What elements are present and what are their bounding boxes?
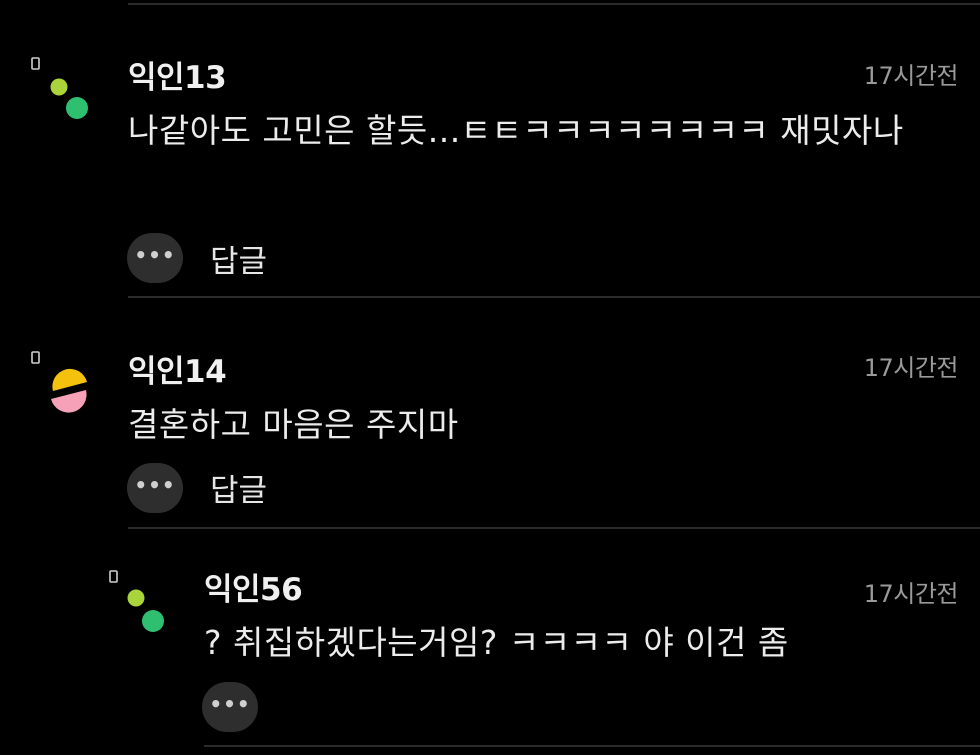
avatar-badge bbox=[31, 57, 40, 70]
comment-text: 나같아도 고민은 할듯...ㅌㅌㅋㅋㅋㅋㅋㅋㅋㅋ 재밋자나 bbox=[128, 111, 904, 150]
username[interactable]: 익인13 bbox=[128, 52, 227, 97]
timestamp: 17시간전 bbox=[863, 580, 959, 608]
avatar-icon[interactable] bbox=[26, 346, 106, 426]
username[interactable]: 익인14 bbox=[128, 346, 227, 391]
comment-divider bbox=[128, 527, 980, 529]
reply-button[interactable]: 답글 bbox=[210, 465, 267, 510]
avatar-dot-small bbox=[50, 78, 68, 96]
comment-text: 결혼하고 마음은 주지마 bbox=[128, 405, 459, 444]
top-divider bbox=[128, 3, 980, 5]
avatar-half-pink bbox=[51, 390, 87, 413]
reply-button[interactable]: 답글 bbox=[210, 236, 267, 281]
more-options-button[interactable]: ••• bbox=[202, 682, 258, 732]
avatar-dot-small bbox=[127, 589, 145, 607]
avatar-icon[interactable] bbox=[103, 565, 173, 645]
timestamp: 17시간전 bbox=[863, 62, 959, 90]
timestamp: 17시간전 bbox=[863, 354, 959, 382]
comment-divider bbox=[204, 745, 980, 747]
more-options-button[interactable]: ••• bbox=[127, 233, 183, 283]
username[interactable]: 익인56 bbox=[204, 564, 303, 609]
comment-divider bbox=[128, 296, 980, 298]
avatar-badge bbox=[31, 351, 40, 364]
avatar-badge bbox=[109, 570, 118, 583]
more-options-button[interactable]: ••• bbox=[127, 463, 183, 513]
avatar-half-yellow bbox=[52, 368, 87, 391]
avatar-dot-large bbox=[66, 97, 88, 119]
comment-text: ? 취집하겠다는거임? ㅋㅋㅋㅋ 야 이건 좀 bbox=[204, 623, 789, 662]
avatar-icon[interactable] bbox=[26, 52, 96, 132]
avatar-dot-large bbox=[142, 610, 164, 632]
